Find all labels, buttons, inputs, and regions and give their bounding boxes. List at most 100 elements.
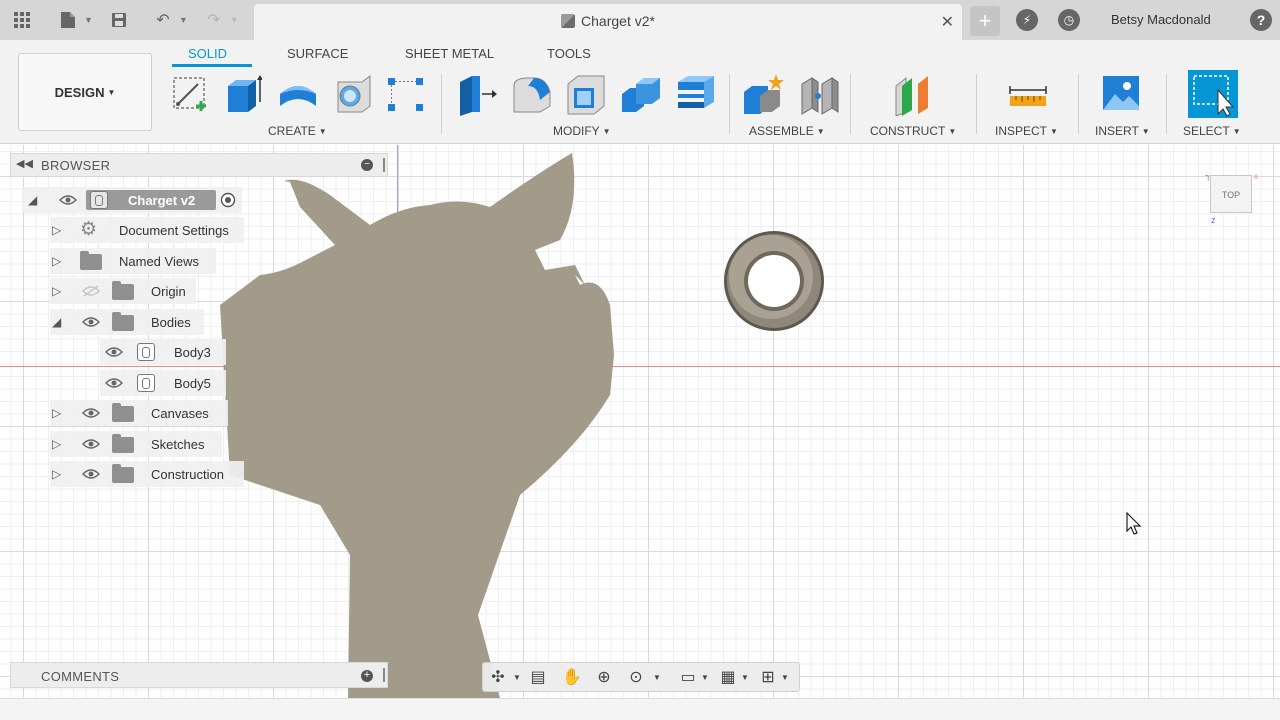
tab-surface[interactable]: SURFACE — [287, 46, 348, 61]
visibility-eye-icon[interactable] — [59, 194, 77, 206]
timeline-bar[interactable] — [0, 698, 1280, 720]
zoom-window-icon[interactable]: ⊙ — [625, 667, 647, 689]
quick-access-toolbar: ▼ ↶ ▼ ↷ ▼ — [8, 6, 239, 34]
pony-silhouette-canvas[interactable] — [220, 153, 614, 698]
expand-toggle-icon[interactable]: ▷ — [52, 467, 61, 481]
browser-root-row[interactable]: ◢ Charget v2 — [22, 187, 242, 213]
user-account[interactable]: Betsy Macdonald — [1111, 12, 1211, 27]
viewports-caret-icon[interactable]: ▼ — [781, 673, 789, 682]
undo-icon[interactable]: ↶ — [149, 6, 177, 34]
file-menu-icon[interactable] — [54, 6, 82, 34]
file-menu-caret-icon[interactable]: ▼ — [84, 15, 93, 25]
tab-sheet-metal[interactable]: SHEET METAL — [405, 46, 494, 61]
activate-radio-icon[interactable] — [220, 192, 236, 208]
view-cube[interactable]: TOP — [1210, 175, 1252, 213]
insert-menu[interactable]: INSERT ▼ — [1095, 124, 1150, 138]
grid-caret-icon[interactable]: ▼ — [741, 673, 749, 682]
measure-icon[interactable] — [1008, 72, 1048, 116]
pattern-icon[interactable] — [386, 72, 426, 116]
comments-panel[interactable]: COMMENTS + — [10, 662, 388, 688]
insert-image-icon[interactable] — [1101, 72, 1141, 116]
offset-plane-icon[interactable] — [894, 72, 934, 117]
toolbar-separator — [441, 74, 442, 134]
extrude-icon[interactable] — [222, 72, 263, 116]
app-grid-icon[interactable] — [8, 6, 36, 34]
browser-item-body5[interactable]: Body5 — [100, 370, 226, 396]
browser-item-origin[interactable]: ▷ Origin — [50, 278, 196, 304]
pan-icon[interactable]: ✋ — [561, 667, 583, 689]
browser-item-named-views[interactable]: ▷ Named Views — [50, 248, 216, 274]
expand-toggle-icon[interactable]: ▷ — [52, 284, 61, 298]
expand-toggle-icon[interactable]: ▷ — [52, 223, 61, 237]
shell-icon[interactable] — [564, 72, 605, 116]
zoom-caret-icon[interactable]: ▼ — [653, 673, 661, 682]
replace-face-icon[interactable] — [674, 72, 714, 116]
expand-toggle-icon[interactable]: ▷ — [52, 437, 61, 451]
grid-snap-icon[interactable]: ▦ — [717, 667, 739, 689]
orbit-caret-icon[interactable]: ▼ — [513, 673, 521, 682]
select-menu[interactable]: SELECT ▼ — [1183, 124, 1241, 138]
zoom-icon[interactable]: ⊕ — [593, 667, 615, 689]
close-tab-icon[interactable]: ✕ — [941, 12, 954, 32]
viewports-icon[interactable]: ⊞ — [757, 667, 779, 689]
view-cube-y-axis: ┐ — [1205, 170, 1212, 180]
new-component-icon[interactable] — [742, 72, 784, 116]
expand-toggle-icon[interactable]: ◢ — [28, 193, 37, 207]
display-caret-icon[interactable]: ▼ — [701, 673, 709, 682]
document-tab[interactable]: Charget v2* ✕ — [254, 4, 962, 40]
folder-icon — [112, 403, 134, 422]
browser-item-body3[interactable]: Body3 — [100, 339, 226, 365]
workspace-switcher[interactable]: DESIGN ▼ — [18, 53, 152, 131]
tab-solid[interactable]: SOLID — [188, 46, 227, 61]
combine-icon[interactable] — [620, 72, 660, 116]
comments-grip-handle[interactable] — [383, 668, 385, 682]
expand-toggle-icon[interactable]: ▷ — [52, 254, 61, 268]
browser-grip-handle[interactable] — [383, 158, 385, 172]
select-icon[interactable] — [1188, 70, 1238, 118]
job-status-icon[interactable]: ⚡ — [1016, 9, 1038, 31]
title-bar: ▼ ↶ ▼ ↷ ▼ Charget v2* ✕ + ⚡ ◷ Betsy Macd… — [0, 0, 1280, 40]
fillet-icon[interactable] — [510, 72, 551, 116]
browser-item-document-settings[interactable]: ▷ ⚙ Document Settings — [50, 217, 244, 243]
visibility-eye-icon[interactable] — [82, 316, 100, 328]
visibility-eye-icon[interactable] — [82, 438, 100, 450]
modify-menu[interactable]: MODIFY ▼ — [553, 124, 611, 138]
display-settings-icon[interactable]: ▭ — [677, 667, 699, 689]
browser-item-bodies[interactable]: ◢ Bodies — [50, 309, 204, 335]
look-at-icon[interactable]: ▤ — [527, 667, 549, 689]
browser-item-construction[interactable]: ▷ Construction — [50, 461, 244, 487]
redo-icon[interactable]: ↷ — [200, 6, 228, 34]
hidden-eye-icon[interactable] — [82, 285, 100, 297]
new-tab-button[interactable]: + — [970, 6, 1000, 36]
assemble-menu[interactable]: ASSEMBLE ▼ — [749, 124, 825, 138]
browser-item-canvases[interactable]: ▷ Canvases — [50, 400, 228, 426]
joint-icon[interactable] — [798, 72, 839, 116]
clock-icon[interactable]: ◷ — [1058, 9, 1080, 31]
sweep-icon[interactable] — [332, 72, 372, 116]
browser-item-sketches[interactable]: ▷ Sketches — [50, 431, 222, 457]
create-menu[interactable]: CREATE ▼ — [268, 124, 327, 138]
revolve-icon[interactable] — [276, 72, 316, 116]
press-pull-icon[interactable] — [456, 72, 497, 116]
minimize-browser-icon[interactable]: − — [361, 159, 373, 171]
create-sketch-icon[interactable] — [170, 72, 210, 116]
orbit-icon[interactable]: ✣ — [487, 667, 509, 689]
visibility-eye-icon[interactable] — [82, 468, 100, 480]
visibility-eye-icon[interactable] — [82, 407, 100, 419]
visibility-eye-icon[interactable] — [105, 377, 123, 389]
redo-caret-icon[interactable]: ▼ — [230, 15, 239, 25]
browser-panel-header[interactable]: ◀◀ BROWSER − — [10, 153, 388, 177]
add-comment-icon[interactable]: + — [361, 670, 373, 682]
visibility-eye-icon[interactable] — [105, 346, 123, 358]
save-icon[interactable] — [105, 6, 133, 34]
construct-menu[interactable]: CONSTRUCT ▼ — [870, 124, 956, 138]
help-icon[interactable]: ? — [1250, 9, 1272, 31]
inspect-menu[interactable]: INSPECT ▼ — [995, 124, 1058, 138]
undo-caret-icon[interactable]: ▼ — [179, 15, 188, 25]
collapse-browser-icon[interactable]: ◀◀ — [16, 157, 33, 170]
torus-body[interactable] — [724, 231, 824, 331]
expand-toggle-icon[interactable]: ◢ — [52, 315, 61, 329]
tab-tools[interactable]: TOOLS — [547, 46, 591, 61]
gear-icon: ⚙ — [80, 219, 98, 240]
expand-toggle-icon[interactable]: ▷ — [52, 406, 61, 420]
